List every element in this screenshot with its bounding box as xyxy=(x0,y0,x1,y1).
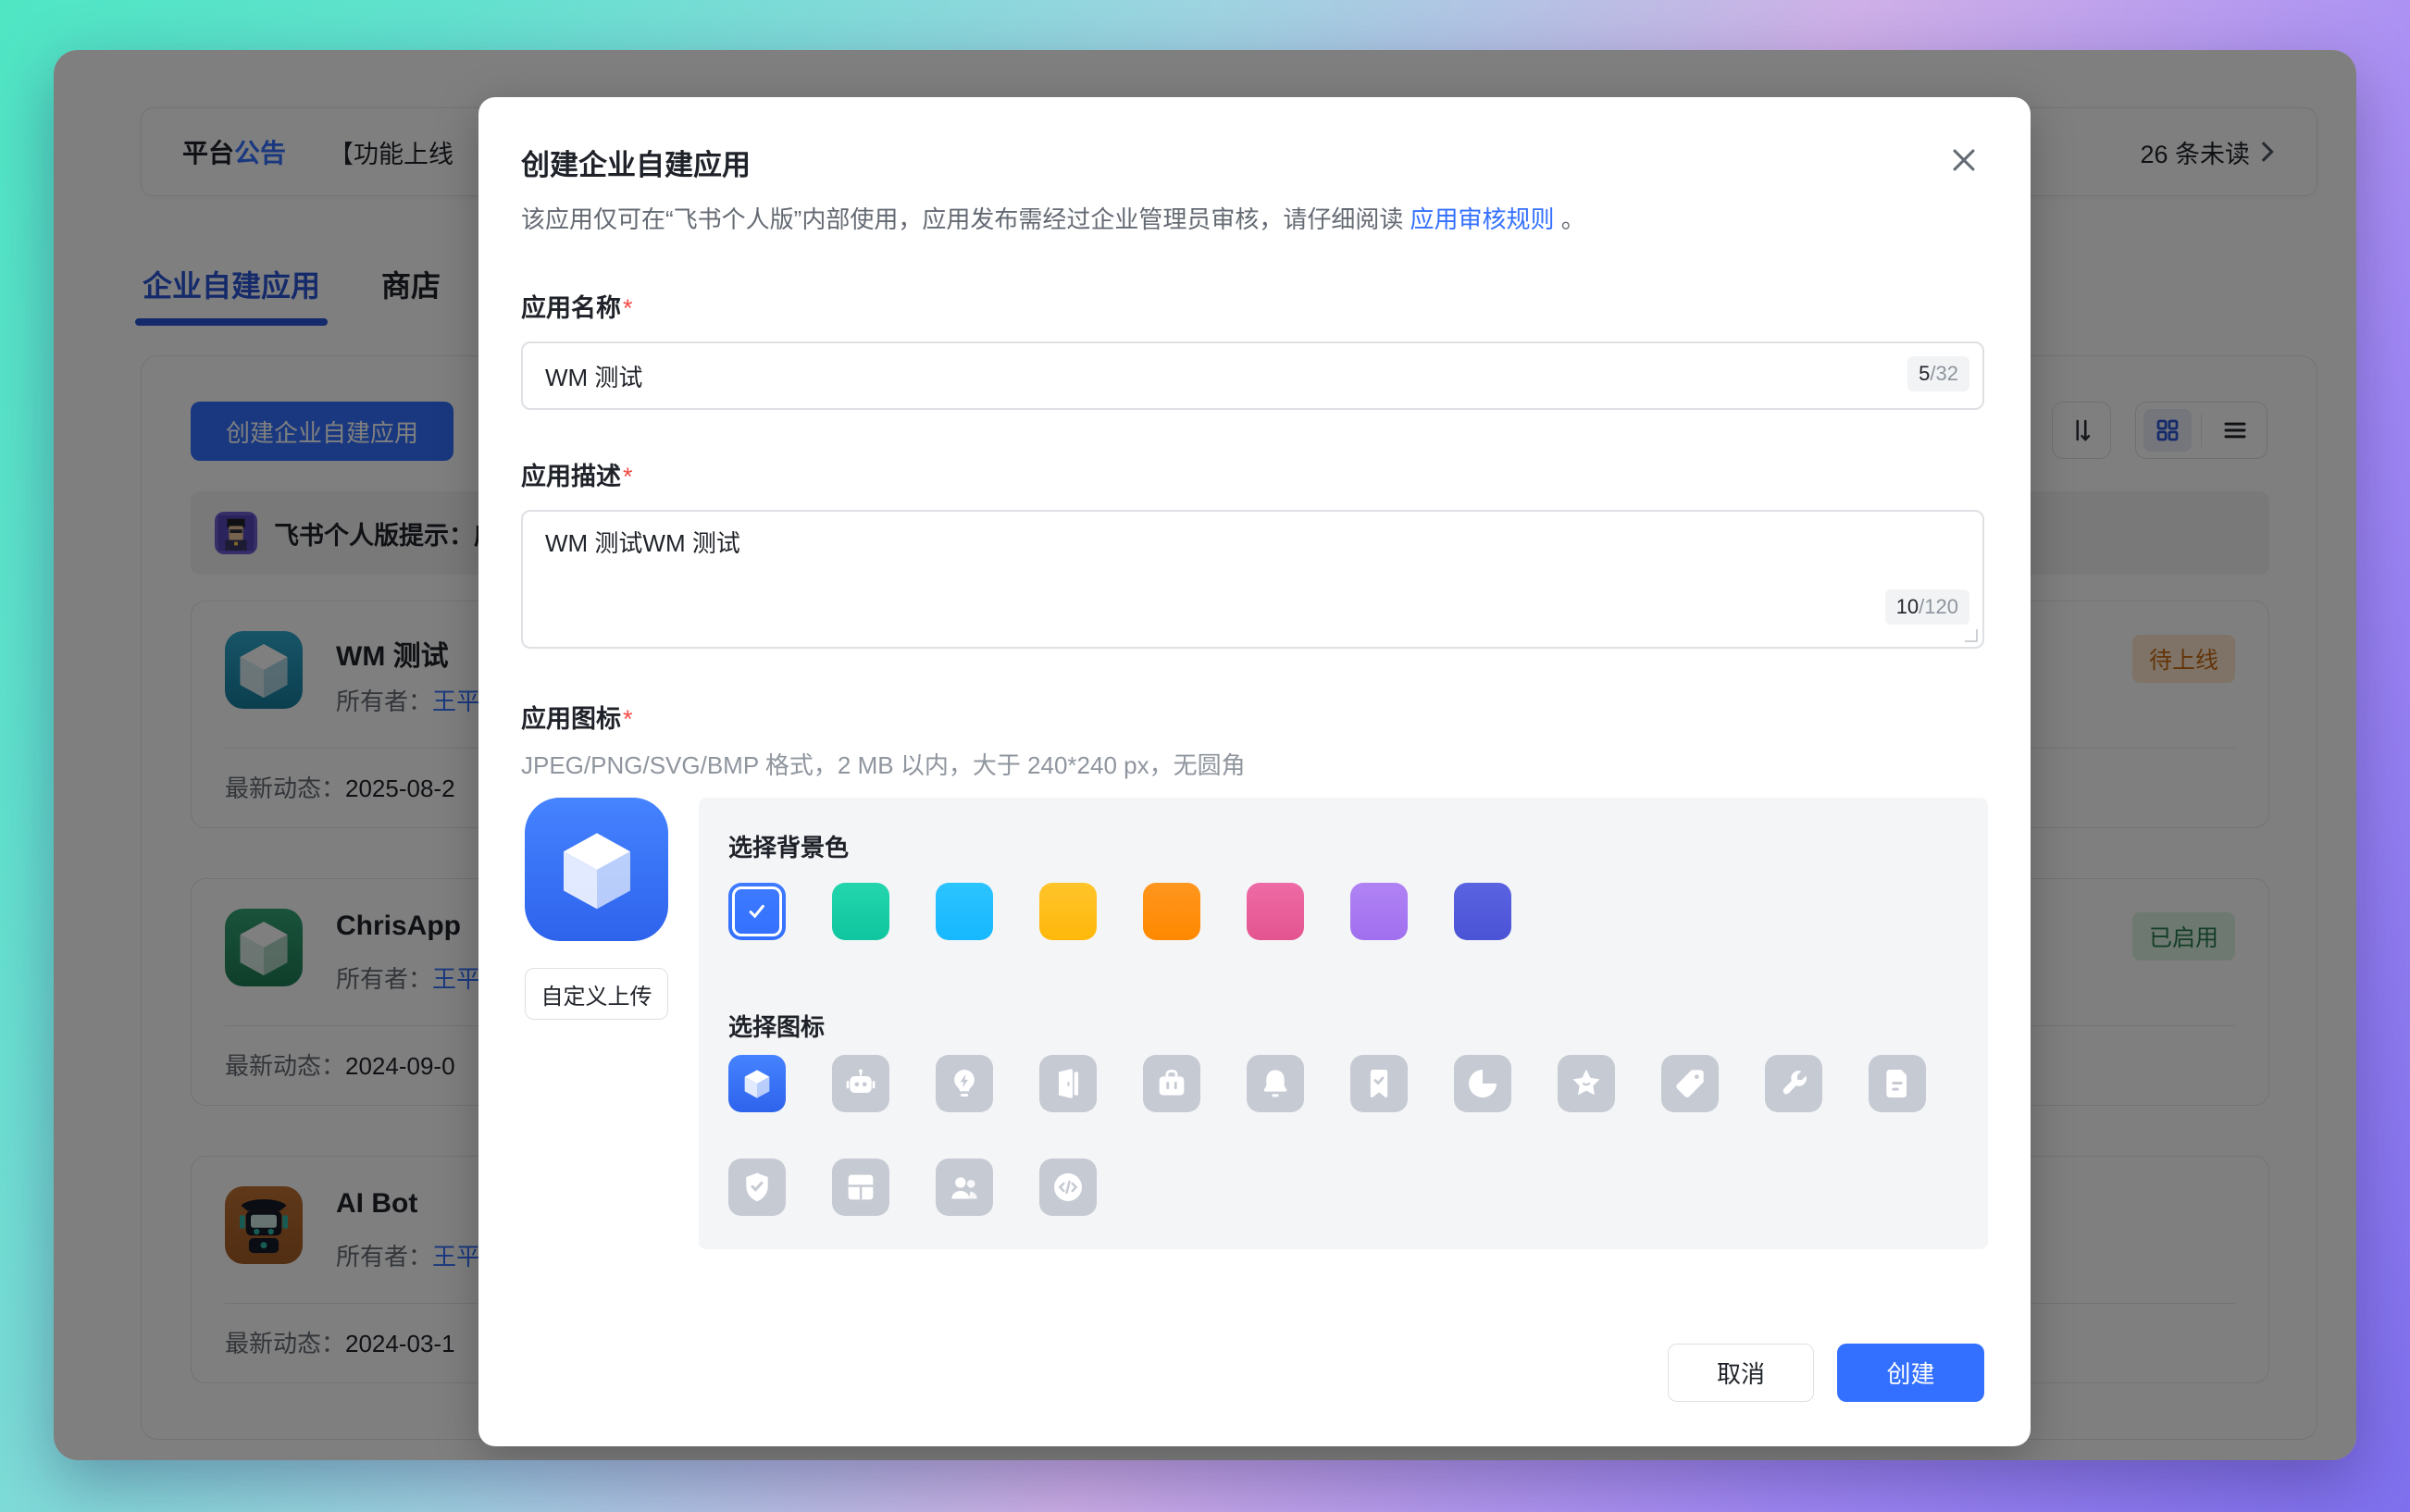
icon-option-robot[interactable] xyxy=(832,1055,889,1112)
color-swatch-teal[interactable] xyxy=(832,883,889,940)
layout-icon xyxy=(842,1169,879,1206)
color-swatch-purple[interactable] xyxy=(1350,883,1408,940)
icon-option-users[interactable] xyxy=(936,1159,993,1216)
desc-input-wrap: 10/120 xyxy=(521,510,1984,649)
wrench-icon xyxy=(1775,1065,1812,1102)
required-asterisk: * xyxy=(623,294,633,322)
code-icon xyxy=(1050,1169,1087,1206)
icon-picker-panel: 选择背景色 选择图标 xyxy=(699,798,1988,1249)
icon-grid-row-2 xyxy=(728,1159,1097,1216)
icon-option-door[interactable] xyxy=(1039,1055,1097,1112)
desc-char-counter: 10/120 xyxy=(1885,589,1969,625)
icon-option-lightbulb[interactable] xyxy=(936,1055,993,1112)
app-icon-preview xyxy=(525,798,668,941)
icon-option-shield[interactable] xyxy=(728,1159,786,1216)
color-swatch-pink[interactable] xyxy=(1247,883,1304,940)
icon-option-document[interactable] xyxy=(1869,1055,1926,1112)
pie-chart-icon xyxy=(1464,1065,1501,1102)
icon-option-star[interactable] xyxy=(1558,1055,1615,1112)
main-window: 平台公告 【功能上线 26 条未读 企业自建应用 商店 创建企业自建应用 xyxy=(54,50,2356,1460)
bookmark-check-icon xyxy=(1360,1065,1398,1102)
color-swatch-sky[interactable] xyxy=(936,883,993,940)
users-icon xyxy=(946,1169,983,1206)
color-swatch-amber[interactable] xyxy=(1039,883,1097,940)
create-button[interactable]: 创建 xyxy=(1837,1344,1984,1402)
icon-option-pie[interactable] xyxy=(1454,1055,1511,1112)
cube-icon xyxy=(547,820,647,920)
bg-color-swatches xyxy=(728,883,1511,940)
icon-grid-row-1 xyxy=(728,1055,1926,1112)
briefcase-icon xyxy=(1153,1065,1190,1102)
icon-field-label: 应用图标* xyxy=(521,699,633,735)
required-asterisk: * xyxy=(623,463,633,490)
icon-option-bell[interactable] xyxy=(1247,1055,1304,1112)
icon-option-wrench[interactable] xyxy=(1765,1055,1822,1112)
name-field-label: 应用名称* xyxy=(521,288,633,324)
review-rules-link[interactable]: 应用审核规则 xyxy=(1410,205,1555,233)
icon-option-cube[interactable] xyxy=(728,1055,786,1112)
required-asterisk: * xyxy=(623,705,633,733)
color-swatch-blue[interactable] xyxy=(728,883,786,940)
icon-option-code[interactable] xyxy=(1039,1159,1097,1216)
dialog-subtitle: 该应用仅可在“飞书个人版”内部使用，应用发布需经过企业管理员审核，请仔细阅读 应… xyxy=(521,201,1585,235)
icon-option-bookmark[interactable] xyxy=(1350,1055,1408,1112)
star-icon xyxy=(1568,1065,1605,1102)
door-icon xyxy=(1050,1065,1087,1102)
resize-handle[interactable] xyxy=(1965,629,1978,642)
custom-upload-button[interactable]: 自定义上传 xyxy=(525,968,668,1020)
icon-option-briefcase[interactable] xyxy=(1143,1055,1200,1112)
name-char-counter: 5/32 xyxy=(1907,356,1969,391)
shield-check-icon xyxy=(739,1169,776,1206)
cube-icon xyxy=(739,1065,776,1102)
icon-option-layout[interactable] xyxy=(832,1159,889,1216)
close-button[interactable] xyxy=(1944,140,1984,180)
app-name-input[interactable] xyxy=(545,343,1748,408)
document-icon xyxy=(1879,1065,1916,1102)
close-icon xyxy=(1948,144,1980,176)
dialog-title: 创建企业自建应用 xyxy=(521,142,751,183)
cancel-button[interactable]: 取消 xyxy=(1668,1344,1814,1402)
create-app-dialog: 创建企业自建应用 该应用仅可在“飞书个人版”内部使用，应用发布需经过企业管理员审… xyxy=(478,97,2031,1446)
name-input-wrap: 5/32 xyxy=(521,341,1984,410)
lightbulb-icon xyxy=(946,1065,983,1102)
tag-icon xyxy=(1671,1065,1708,1102)
bg-color-section-title: 选择背景色 xyxy=(728,829,849,863)
bell-icon xyxy=(1257,1065,1294,1102)
color-swatch-orange[interactable] xyxy=(1143,883,1200,940)
icon-format-hint: JPEG/PNG/SVG/BMP 格式，2 MB 以内，大于 240*240 p… xyxy=(521,747,1246,781)
icon-option-tag[interactable] xyxy=(1661,1055,1719,1112)
robot-icon xyxy=(842,1065,879,1102)
color-swatch-indigo[interactable] xyxy=(1454,883,1511,940)
app-desc-textarea[interactable] xyxy=(545,525,1960,589)
desc-field-label: 应用描述* xyxy=(521,456,633,492)
icon-section-title: 选择图标 xyxy=(728,1009,825,1043)
check-icon xyxy=(743,898,771,925)
